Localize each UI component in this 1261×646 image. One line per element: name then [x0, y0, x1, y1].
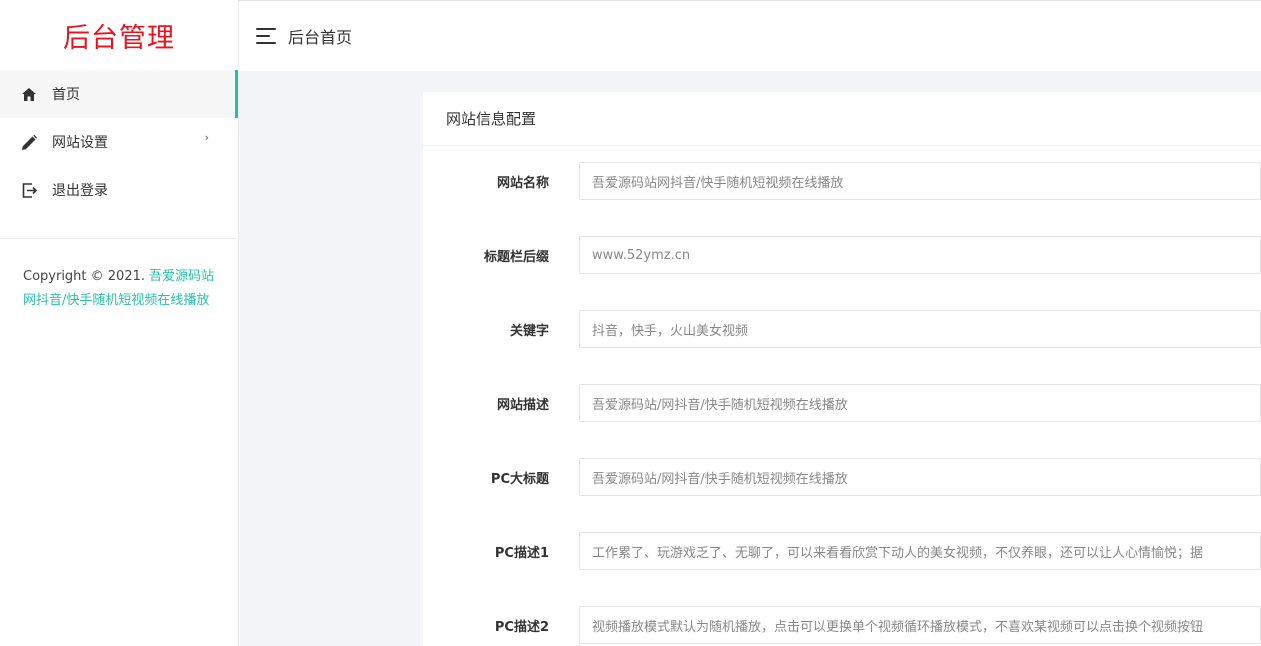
pc-desc-1-input[interactable] [579, 532, 1261, 570]
card-title: 网站信息配置 [423, 92, 1261, 146]
form-row-title-suffix: 标题栏后缀 [423, 236, 1261, 274]
form-row-site-name: 网站名称 [423, 162, 1261, 200]
form-row-keywords: 关键字 [423, 310, 1261, 348]
pc-title-input[interactable] [579, 458, 1261, 496]
sidebar-item-label: 首页 [52, 87, 80, 103]
sidebar-item-label: 网站设置 [52, 135, 108, 151]
form-label: 网站名称 [496, 175, 549, 191]
brand: 后台管理 [0, 0, 238, 70]
pc-desc-2-input[interactable] [579, 606, 1261, 644]
home-icon [21, 86, 37, 102]
form-label: 关键字 [509, 323, 549, 339]
brand-title: 后台管理 [63, 22, 175, 54]
title-suffix-input[interactable] [579, 236, 1261, 274]
site-name-input[interactable] [579, 162, 1261, 200]
form-row-description: 网站描述 [423, 384, 1261, 422]
form-row-pc-title: PC大标题 [423, 458, 1261, 496]
menu-toggle-icon[interactable] [256, 28, 276, 44]
topbar: 后台首页 [239, 0, 1261, 71]
sidebar-item-logout[interactable]: 退出登录 [0, 166, 238, 214]
logout-icon [21, 182, 37, 198]
form-label: 标题栏后缀 [483, 249, 549, 265]
page-title: 后台首页 [288, 28, 353, 47]
pencil-icon [21, 134, 37, 150]
site-config-card: 网站信息配置 网站名称 标题栏后缀 关键字 网站描述 PC大标题 PC描述1 P… [423, 92, 1261, 646]
form-label: PC描述2 [494, 619, 549, 635]
form-label: PC描述1 [494, 545, 549, 561]
sidebar: 后台管理 首页 网站设置 › 退出登录 Copyright © 2021. 吾爱… [0, 0, 239, 646]
sidebar-item-site-settings[interactable]: 网站设置 › [0, 118, 238, 166]
sidebar-menu: 首页 网站设置 › 退出登录 [0, 70, 238, 214]
sidebar-item-label: 退出登录 [52, 183, 108, 199]
copyright-text: Copyright © 2021. [23, 269, 146, 284]
sidebar-item-home[interactable]: 首页 [0, 70, 238, 118]
keywords-input[interactable] [579, 310, 1261, 348]
description-input[interactable] [579, 384, 1261, 422]
copyright: Copyright © 2021. 吾爱源码站网抖音/快手随机短视频在线播放 [0, 239, 238, 313]
form-row-pc-desc-1: PC描述1 [423, 532, 1261, 570]
form-row-pc-desc-2: PC描述2 [423, 606, 1261, 644]
form-label: 网站描述 [496, 397, 549, 413]
form-label: PC大标题 [490, 471, 549, 487]
chevron-right-icon: › [204, 131, 209, 144]
